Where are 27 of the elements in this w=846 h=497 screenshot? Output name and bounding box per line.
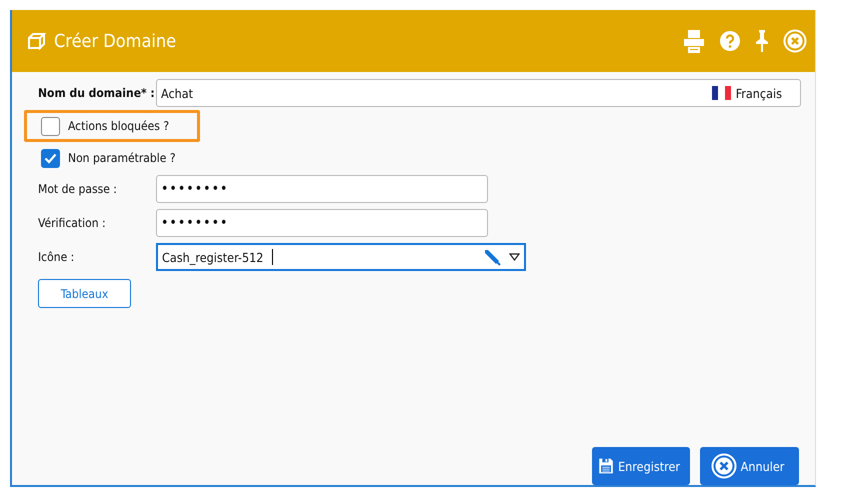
pin-icon[interactable] (755, 29, 769, 53)
box-icon (26, 31, 46, 51)
french-flag-icon (712, 86, 732, 100)
printer-icon[interactable] (683, 28, 705, 54)
password-field[interactable]: •••••••• (156, 175, 488, 203)
domain-name-field[interactable]: Achat Français (156, 79, 801, 107)
checkbox[interactable] (41, 116, 60, 136)
pencil-icon[interactable] (483, 248, 501, 266)
language-label: Français (736, 86, 782, 100)
window-title: Créer Domaine (54, 30, 178, 52)
field-label: Icône : (37, 250, 76, 264)
field-label: Vérification : (37, 216, 107, 230)
dropdown-caret-icon[interactable] (509, 253, 520, 261)
cancel-button[interactable]: Annuler (700, 447, 799, 485)
close-icon[interactable] (783, 29, 807, 53)
field-label: Nom du domaine* : (37, 86, 156, 100)
password-field[interactable]: •••••••• (156, 209, 488, 237)
field-label: Mot de passe : (37, 182, 118, 196)
save-button[interactable]: Enregistrer (592, 447, 690, 485)
icon-picker-field[interactable]: Cash_register-512 (156, 243, 526, 271)
checkbox-label: Non paramétrable ? (68, 151, 176, 165)
help-icon[interactable] (719, 30, 741, 52)
checkmark-icon (44, 152, 57, 164)
checkbox[interactable] (41, 148, 60, 168)
cancel-icon (710, 453, 737, 479)
checkbox-label: Actions bloquées ? (68, 119, 170, 133)
tables-button[interactable]: Tableaux (38, 279, 131, 308)
